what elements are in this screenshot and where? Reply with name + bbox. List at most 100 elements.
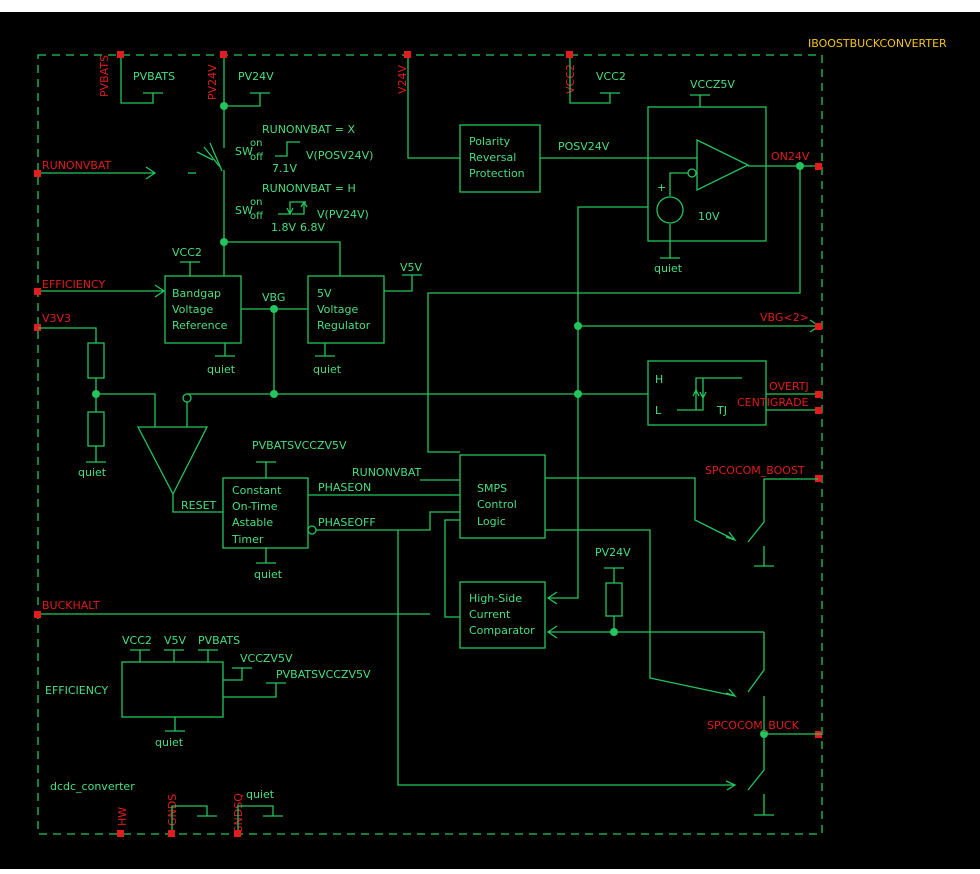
port-label-v3v3: V3V3 xyxy=(42,312,71,325)
bandgap-line-2: Voltage xyxy=(172,303,213,316)
source-voltage: 10V xyxy=(698,210,720,223)
polarity-line-1: Polarity xyxy=(469,135,511,148)
port-label-centigrade: CENTIGRADE xyxy=(737,396,809,409)
pin-vcc2[interactable] xyxy=(566,51,573,58)
wire-regulator-quiet xyxy=(315,343,335,357)
port-label-v24v: V24V xyxy=(396,64,409,94)
net-label-vcc2: VCC2 xyxy=(596,70,626,83)
port-label-efficiency: EFFICIENCY xyxy=(42,278,105,291)
net-label-quiet-timer: quiet xyxy=(254,568,283,581)
tj-high: H xyxy=(655,373,663,386)
tj-label: TJ xyxy=(716,404,727,417)
efficiency-label: EFFICIENCY xyxy=(45,684,108,697)
pin-v24v[interactable] xyxy=(404,51,411,58)
wire-bandgap-quiet xyxy=(215,343,235,357)
wire-hsc-sense xyxy=(546,567,624,639)
bandgap-line-3: Reference xyxy=(172,319,228,332)
phaseoff-inverter xyxy=(307,525,317,535)
net-label-quiet-reg: quiet xyxy=(313,363,342,376)
net-label-quiet-eff: quiet xyxy=(155,736,184,749)
eff-vcc2: VCC2 xyxy=(122,634,152,647)
net-label-runonvbat: RUNONVBAT xyxy=(352,466,422,479)
port-label-pvbats: PVBATS xyxy=(98,55,111,97)
timer-line-3: Astable xyxy=(232,516,273,529)
net-label-vbg: VBG xyxy=(262,291,285,304)
tj-low: L xyxy=(655,404,662,417)
net-label-posv24v: POSV24V xyxy=(558,140,610,153)
efficiency-block xyxy=(121,661,224,718)
source-plus: + xyxy=(657,181,666,194)
hsc-line-2: Current xyxy=(469,608,511,621)
port-label-on24v: ON24V xyxy=(771,150,810,163)
port-label-spcocom-boost: SPCOCOM_BOOST xyxy=(705,464,805,477)
wire-on24v-smps xyxy=(427,166,801,453)
pin-hw[interactable] xyxy=(117,830,124,837)
sw-note-on2: on xyxy=(250,197,262,208)
pin-efficiency[interactable] xyxy=(34,288,41,295)
pin-centigrade[interactable] xyxy=(815,407,822,414)
sw-waveform-1 xyxy=(275,141,300,157)
wire-timer-supply xyxy=(256,461,276,478)
net-label-vccz5v: VCCZ5V xyxy=(690,78,735,91)
pin-vbg2[interactable] xyxy=(815,323,822,330)
eff-vccz5v: VCCZV5V xyxy=(240,652,293,665)
pin-buckhalt[interactable] xyxy=(34,611,41,618)
reset-inverter xyxy=(182,393,192,403)
tj-hysteresis xyxy=(677,377,742,411)
wire-smps-boost xyxy=(545,477,737,542)
resistor-top xyxy=(87,342,105,379)
junction xyxy=(270,390,278,398)
port-label-buckhalt: BUCKHALT xyxy=(42,599,100,612)
voltage-source xyxy=(656,196,684,224)
pin-pvbats[interactable] xyxy=(117,51,124,58)
net-label-pv24v: PV24V xyxy=(238,70,274,83)
polarity-line-2: Reversal xyxy=(469,151,516,164)
sw-note-1: RUNONVBAT = X xyxy=(262,123,355,136)
switch-buck-low xyxy=(747,734,774,816)
sw-waveform-2 xyxy=(278,200,308,216)
pin-on24v[interactable] xyxy=(815,163,822,170)
net-label-quiet-comp: quiet xyxy=(654,262,683,275)
wire-smps-buck xyxy=(545,529,738,698)
wire-timer-quiet xyxy=(256,548,276,564)
sw-note-2: RUNONVBAT = H xyxy=(262,182,356,195)
sense-resistor xyxy=(605,582,623,617)
switch-boost xyxy=(747,478,818,567)
switch-blade xyxy=(196,142,223,172)
pin-overtj[interactable] xyxy=(815,391,822,398)
comparator-inverter xyxy=(687,168,697,178)
sw-note-vpos: V(POSV24V) xyxy=(306,149,373,162)
regulator-line-1: 5V xyxy=(317,287,332,300)
port-label-pv24v: PV24V xyxy=(206,64,219,100)
regulator-line-3: Regulator xyxy=(317,319,371,332)
net-label-quiet-bg: quiet xyxy=(207,363,236,376)
wire-v24v xyxy=(407,58,460,159)
regulator-line-2: Voltage xyxy=(317,303,358,316)
wire-divider-comp xyxy=(96,393,156,427)
wire-smps-hsc xyxy=(444,519,460,618)
sw-note-off1: off xyxy=(250,152,264,163)
port-label-vbg2: VBG<2> xyxy=(760,311,809,324)
hsc-line-1: High-Side xyxy=(469,592,522,605)
wire-vccz5v xyxy=(690,94,710,107)
instance-name: dcdc_converter xyxy=(50,780,135,793)
timer-line-4: Timer xyxy=(231,533,264,546)
schematic-title: IBOOSTBUCKCONVERTER xyxy=(808,37,947,50)
sw-note-on1: on xyxy=(250,138,262,149)
smps-line-1: SMPS xyxy=(477,482,507,495)
pin-pv24v[interactable] xyxy=(220,51,227,58)
reset-comparator xyxy=(136,426,209,496)
pin-runonvbat[interactable] xyxy=(34,170,41,177)
sw-note-vpv: V(PV24V) xyxy=(317,208,369,221)
polarity-line-3: Protection xyxy=(469,167,525,180)
tj-block xyxy=(647,360,767,426)
pin-gnds[interactable] xyxy=(168,830,175,837)
smps-line-2: Control xyxy=(477,498,517,511)
port-label-overtj: OVERTJ xyxy=(769,380,809,393)
hsc-line-3: Comparator xyxy=(469,624,535,637)
wire-supply-split xyxy=(223,241,341,276)
wire-bus-hsc xyxy=(546,206,648,605)
net-label-vcc2-bandgap: VCC2 xyxy=(172,246,202,259)
resistor-bottom xyxy=(87,411,105,447)
smps-line-3: Logic xyxy=(477,515,506,528)
